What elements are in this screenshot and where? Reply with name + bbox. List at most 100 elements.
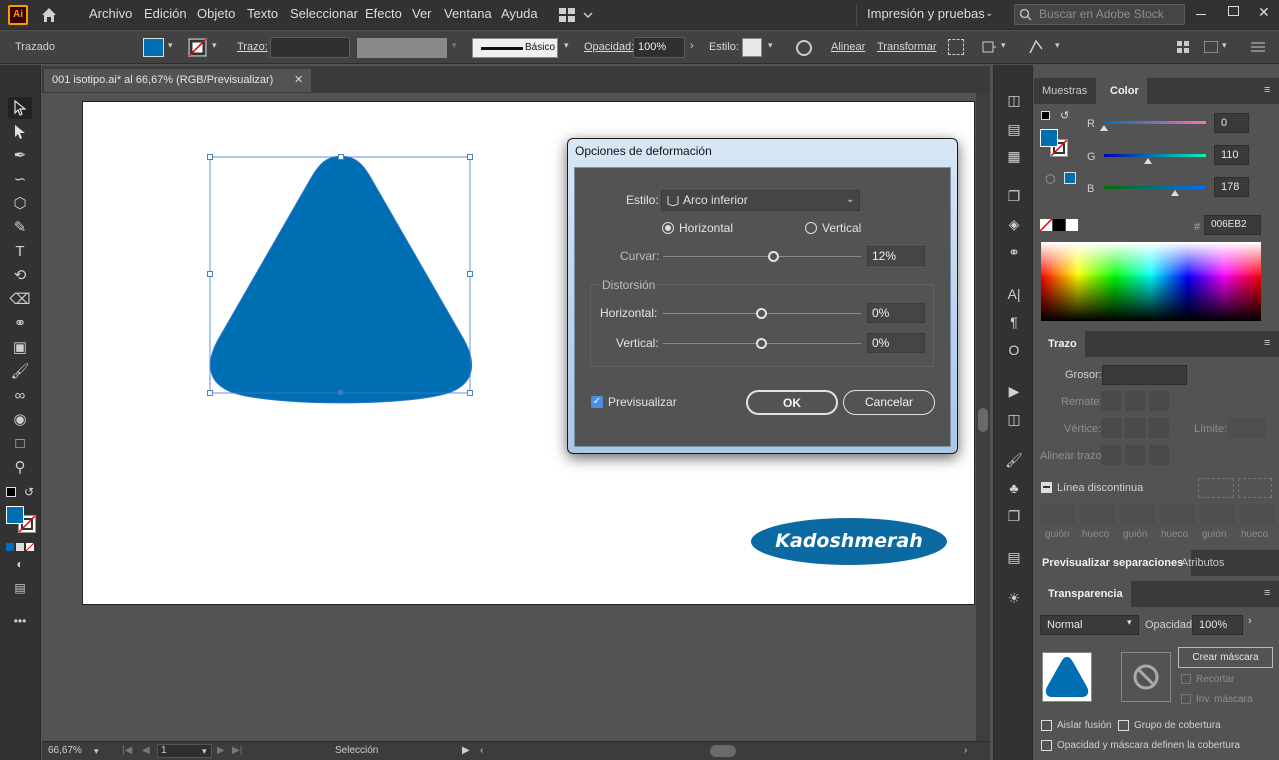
color-spectrum[interactable] (1041, 242, 1261, 321)
isolate-icon[interactable] (948, 39, 964, 55)
dash-fields[interactable] (1040, 505, 1275, 525)
vertical-radio[interactable] (805, 222, 817, 234)
selection-handle[interactable] (467, 390, 473, 396)
panel-menu-icon[interactable]: ≡ (1264, 84, 1270, 96)
type-tool-icon[interactable]: T (8, 241, 32, 263)
preview-checkbox[interactable]: ✓ (591, 396, 603, 408)
warp-style-select[interactable]: Arco inferior ⌄ (661, 190, 860, 211)
corner-buttons[interactable] (1101, 418, 1169, 438)
tab-color[interactable]: Color (1096, 78, 1147, 104)
horizontal-radio[interactable] (662, 222, 674, 234)
fill-box-icon[interactable] (1040, 129, 1058, 147)
transparency-opacity-input[interactable]: 100% (1192, 615, 1243, 635)
variable-width-profile[interactable] (357, 38, 447, 58)
screen-mode-icon[interactable]: ▤ (8, 577, 32, 599)
close-tab-icon[interactable]: ✕ (294, 69, 303, 92)
chevron-right-icon[interactable]: › (690, 40, 694, 52)
bend-input[interactable]: 12% (867, 246, 925, 266)
opacity-label[interactable]: Opacidad: (584, 31, 634, 64)
selection-handle[interactable] (338, 154, 344, 160)
isolate-blending-checkbox[interactable] (1041, 720, 1052, 731)
menu-ver[interactable]: Ver (412, 0, 432, 30)
restore-icon[interactable] (1228, 6, 1239, 16)
chevron-down-icon[interactable]: ▾ (564, 40, 569, 51)
stroke-weight-input[interactable] (270, 37, 350, 58)
direct-selection-tool-icon[interactable] (8, 121, 32, 143)
graphic-style-swatch[interactable] (742, 38, 762, 57)
menu-edicion[interactable]: Edición (144, 0, 187, 30)
stroke-weight-field[interactable] (1102, 365, 1187, 385)
color-mode-icons[interactable] (6, 542, 35, 552)
dist-horizontal-input[interactable]: 0% (867, 303, 925, 323)
graphic-styles-icon[interactable]: ❐ (1003, 505, 1025, 527)
eyedropper-tool-icon[interactable]: 🖌 (8, 361, 32, 383)
dist-vertical-input[interactable]: 0% (867, 333, 925, 353)
blend-mode-select[interactable]: Normal (1040, 615, 1139, 635)
menu-ayuda[interactable]: Ayuda (501, 0, 538, 30)
artboard-tool-icon[interactable]: □ (8, 433, 32, 455)
chevron-down-icon[interactable]: ▾ (202, 742, 207, 760)
panel-menu-icon[interactable]: ≡ (1264, 587, 1270, 599)
bend-slider-knob[interactable] (768, 251, 779, 262)
status-menu-icon[interactable]: ▶ (462, 742, 470, 760)
default-colors-icon[interactable] (6, 487, 16, 497)
home-icon[interactable] (40, 6, 58, 24)
hex-input[interactable]: 006EB2 (1204, 215, 1261, 235)
workspace-switcher[interactable]: Impresión y pruebas (867, 0, 985, 30)
gradient-panel-icon[interactable]: ▤ (1003, 546, 1025, 568)
brush-definition[interactable]: Básico (472, 38, 558, 58)
h-scroll-thumb[interactable] (710, 745, 736, 757)
scroll-thumb[interactable] (978, 408, 988, 432)
chevron-down-icon[interactable]: ▾ (768, 40, 773, 51)
scroll-left-icon[interactable]: ‹ (480, 742, 483, 760)
actions-panel-icon[interactable]: ▶ (1003, 380, 1025, 402)
tab-separations-preview[interactable]: Previsualizar separaciones (1034, 550, 1192, 576)
zoom-level[interactable]: 66,67% (48, 742, 82, 760)
document-info-icon[interactable]: ◫ (1003, 408, 1025, 430)
tab-attributes[interactable]: Atributos (1173, 550, 1232, 576)
minimize-icon[interactable] (1196, 14, 1206, 15)
fill-color-icon[interactable] (6, 506, 24, 524)
stroke-swatch[interactable] (188, 38, 207, 57)
menu-lines-icon[interactable] (1251, 41, 1265, 53)
brushes-panel-icon[interactable]: 🖌 (1003, 449, 1025, 471)
gradient-tool-icon[interactable]: ▣ (8, 337, 32, 359)
g-slider-knob[interactable] (1144, 158, 1152, 164)
paintbrush-tool-icon[interactable]: ✎ (8, 217, 32, 239)
ok-button[interactable]: OK (746, 390, 838, 415)
envelope-distort-icon[interactable] (981, 39, 997, 55)
chevron-down-icon[interactable]: ▾ (94, 742, 99, 760)
b-value-input[interactable]: 178 (1214, 177, 1249, 197)
eraser-tool-icon[interactable]: ⌫ (8, 289, 32, 311)
puppet-warp-icon[interactable] (1028, 39, 1044, 55)
menu-texto[interactable]: Texto (247, 0, 278, 30)
selection-handle[interactable] (207, 390, 213, 396)
tab-transparency[interactable]: Transparencia (1034, 581, 1131, 607)
g-value-input[interactable]: 110 (1214, 145, 1249, 165)
close-window-icon[interactable]: ✕ (1258, 4, 1270, 21)
stock-search-input[interactable]: Buscar en Adobe Stock (1014, 4, 1185, 25)
symbols-panel-icon[interactable]: ♣ (1003, 477, 1025, 499)
panel-menu-icon[interactable]: ≡ (1264, 337, 1270, 349)
b-slider-track[interactable] (1104, 186, 1206, 189)
menu-seleccionar[interactable]: Seleccionar (290, 0, 358, 30)
pathfinder-icon[interactable]: ▦ (1003, 145, 1025, 167)
links-panel-icon[interactable]: ⚭ (1003, 241, 1025, 263)
layers-panel-icon[interactable]: ◈ (1003, 213, 1025, 235)
arrange-documents-icon[interactable] (559, 8, 595, 22)
polygon-tool-icon[interactable]: ⬡ (8, 193, 32, 215)
pen-tool-icon[interactable]: ✒ (8, 145, 32, 167)
cancel-button[interactable]: Cancelar (843, 390, 935, 415)
limit-input[interactable] (1228, 418, 1266, 438)
chevron-right-icon[interactable]: › (1248, 615, 1252, 627)
dash-preserve-icon[interactable] (1198, 478, 1234, 498)
recolor-artwork-icon[interactable] (796, 40, 812, 56)
cap-buttons[interactable] (1101, 391, 1169, 411)
appearance-panel-icon[interactable]: ☀ (1003, 587, 1025, 609)
menu-archivo[interactable]: Archivo (89, 0, 132, 30)
fill-swatch[interactable] (143, 38, 164, 57)
align-panel-icon[interactable]: ▤ (1003, 118, 1025, 140)
out-of-gamut-icon[interactable]: ⬡ (1045, 172, 1055, 186)
stroke-label[interactable]: Trazo: (237, 31, 268, 64)
artboards-panel-icon[interactable]: ❐ (1003, 185, 1025, 207)
